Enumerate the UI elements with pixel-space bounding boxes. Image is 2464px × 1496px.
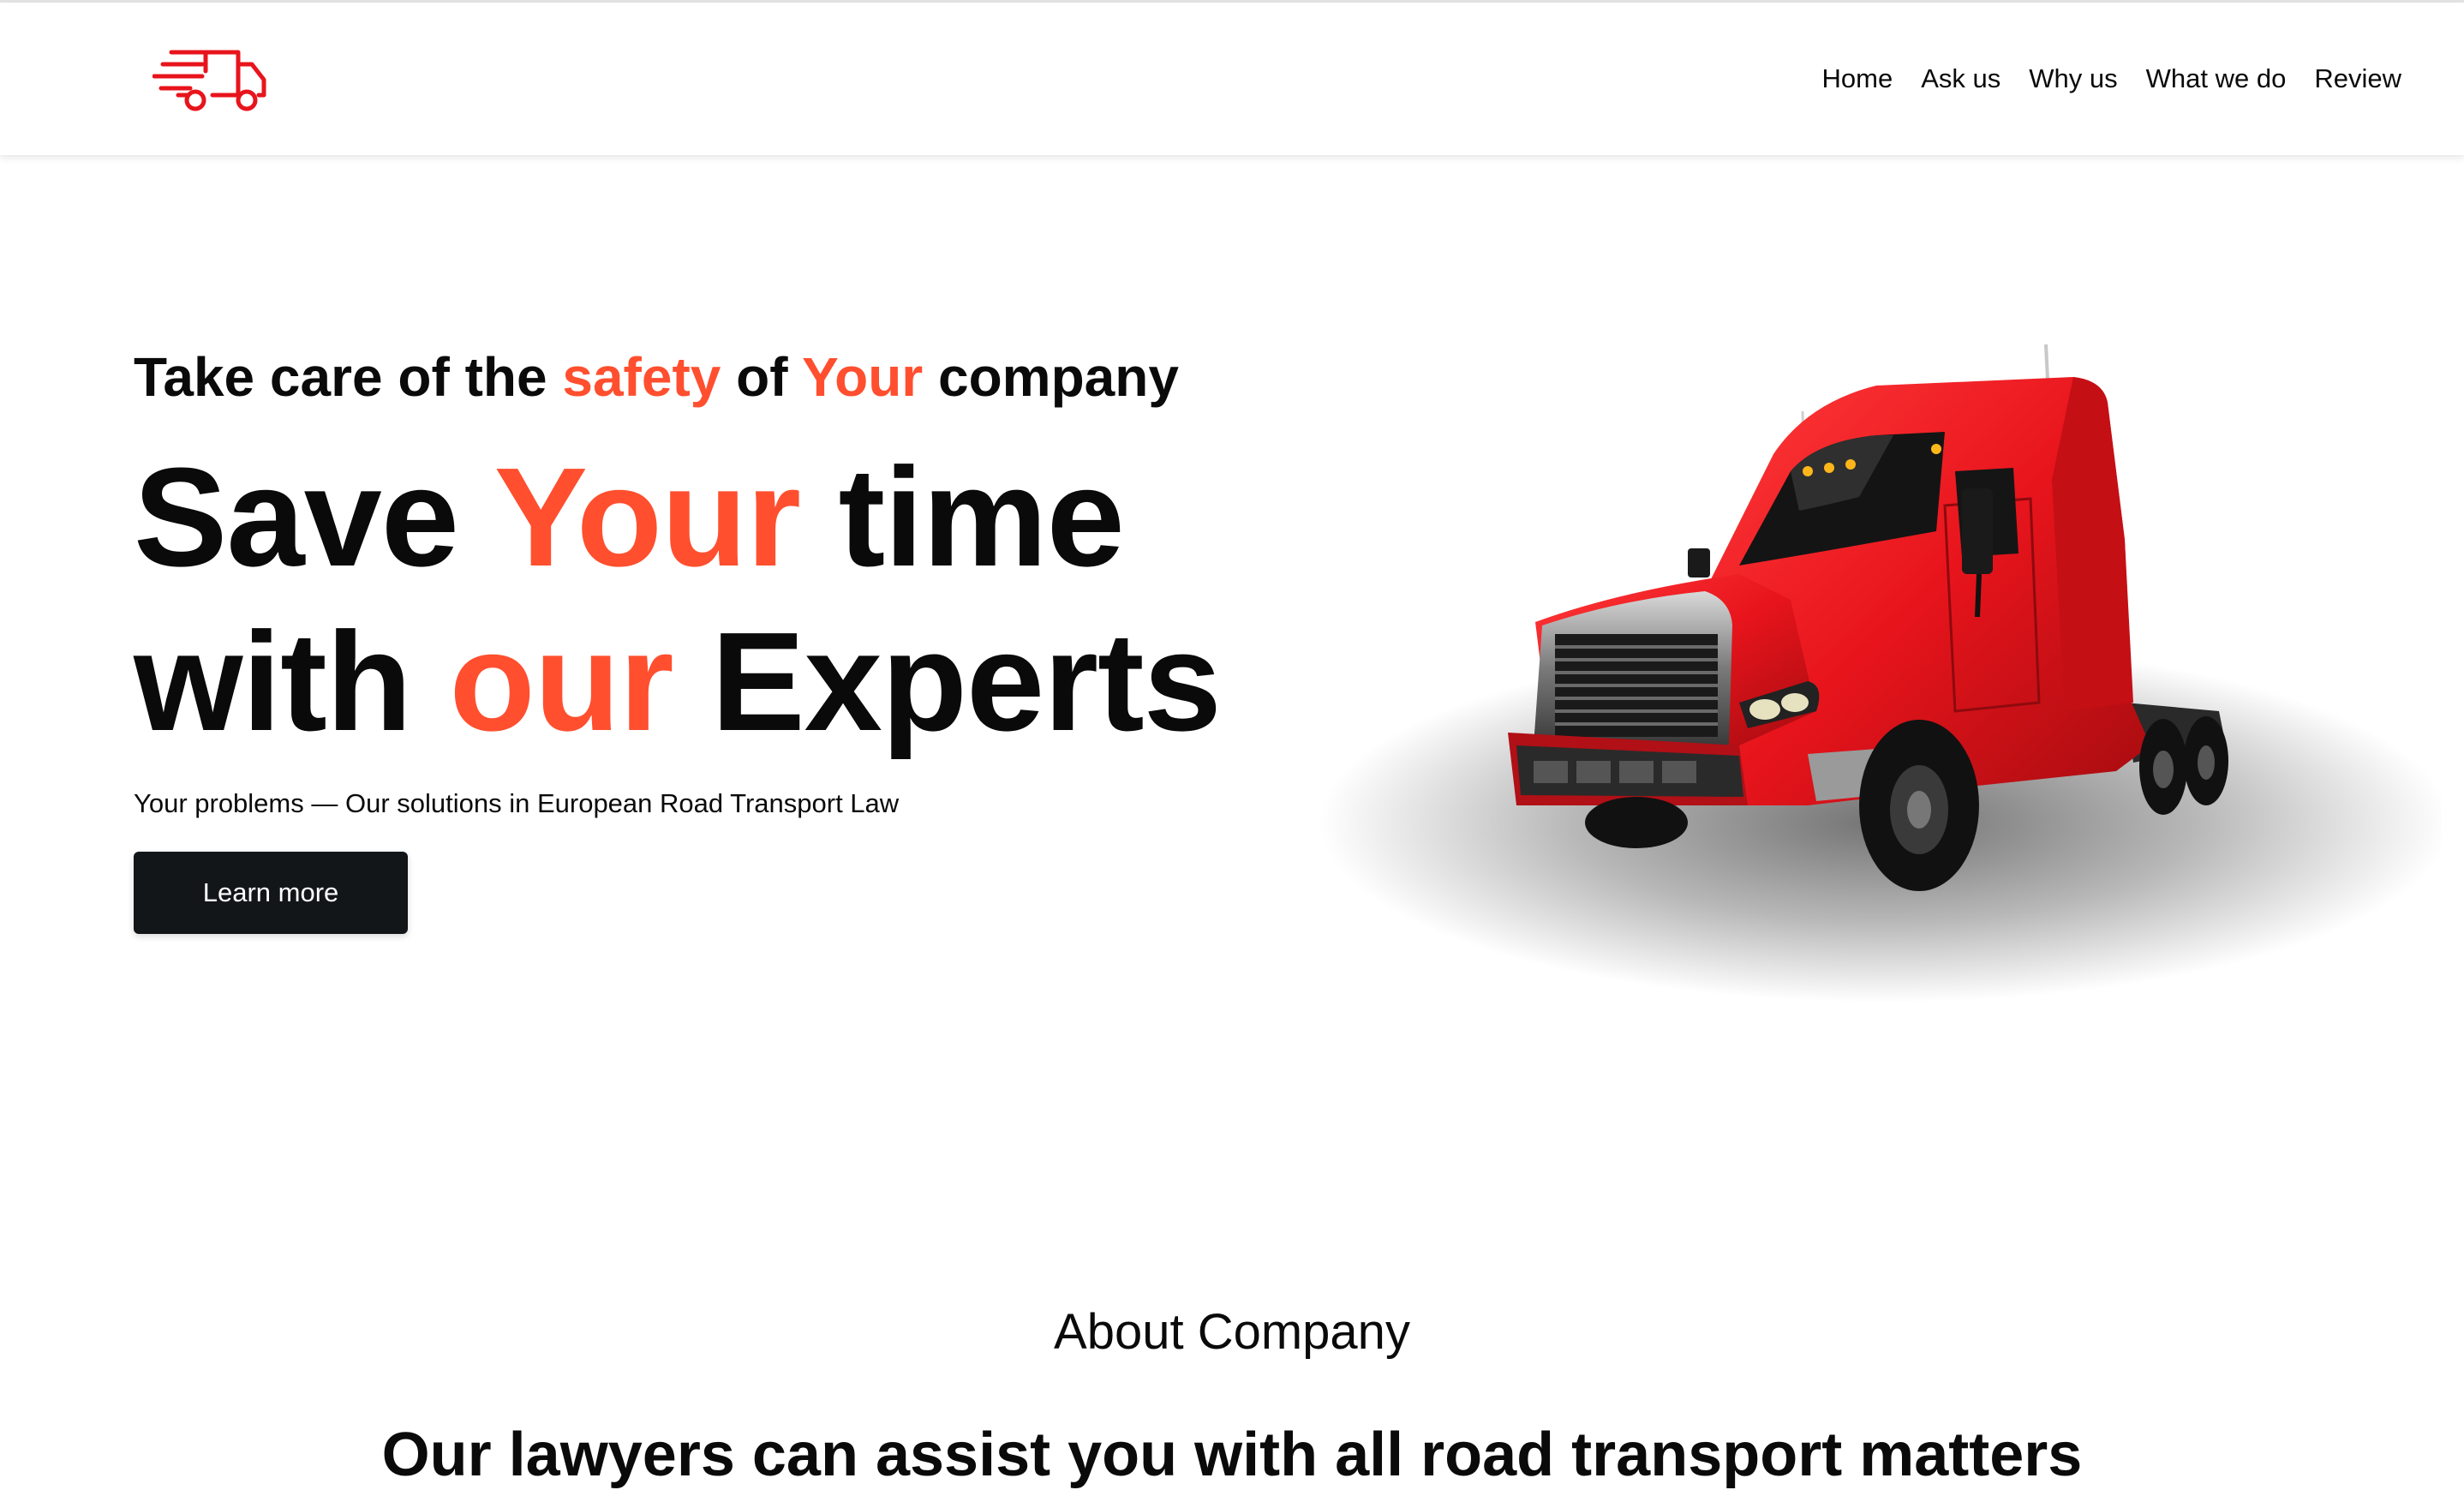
nav-ask-us[interactable]: Ask us: [1921, 63, 2001, 94]
nav-review[interactable]: Review: [2314, 63, 2401, 94]
site-header: Home Ask us Why us What we do Review: [0, 3, 2464, 155]
tagline-text: of: [721, 346, 803, 408]
headline-accent-our: our: [449, 603, 673, 760]
main-nav: Home Ask us Why us What we do Review: [1822, 3, 2401, 155]
nav-why-us[interactable]: Why us: [2029, 63, 2117, 94]
nav-home[interactable]: Home: [1822, 63, 1893, 94]
headline-accent-your: Your: [493, 439, 801, 595]
about-heading: Our lawyers can assist you with all road…: [381, 1421, 2083, 1489]
hero-tagline: Take care of the safety of Your company: [134, 343, 1179, 411]
tagline-text: company: [923, 346, 1179, 408]
hero-headline: Save Your time with our Experts: [134, 435, 1222, 764]
tagline-accent-safety: safety: [562, 346, 721, 408]
headline-text: time: [800, 439, 1125, 595]
about-title: About Company: [1054, 1304, 1410, 1360]
tagline-text: Take care of the: [134, 346, 563, 408]
headline-text: with: [134, 603, 450, 760]
red-semi-truck-image: [1319, 344, 2442, 1002]
nav-what-we-do[interactable]: What we do: [2146, 63, 2287, 94]
headline-text: Save: [134, 439, 494, 595]
learn-more-button[interactable]: Learn more: [134, 852, 408, 934]
tagline-accent-your: Your: [802, 346, 924, 408]
headline-text: Experts: [673, 603, 1222, 760]
hero-subtitle: Your problems — Our solutions in Europea…: [134, 788, 900, 818]
fast-delivery-truck-icon[interactable]: [153, 45, 267, 114]
